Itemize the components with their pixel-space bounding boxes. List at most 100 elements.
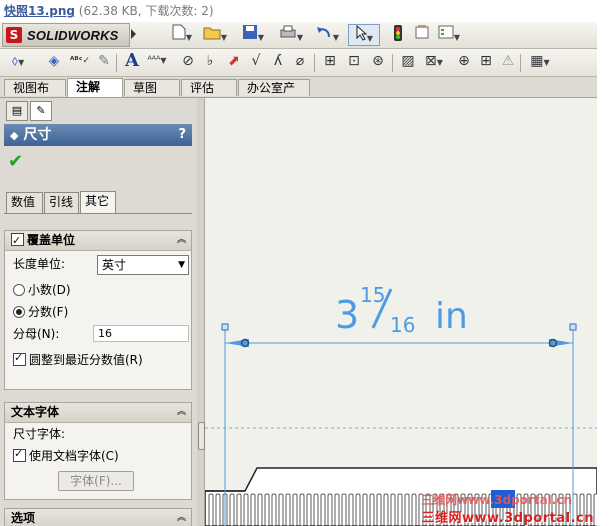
weld-symbol-icon: ʎ [273, 53, 283, 69]
menu-bar: S SOLIDWORKS ▼ ▼ ▼ ▼ ▼ ▼ ▼ [0, 22, 597, 49]
part-tooth [362, 493, 368, 526]
override-units-group: 覆盖单位 ︽ 长度单位: 英寸 ▼ 小数(D) 分数(F) 分母(N): 16 [4, 230, 192, 390]
fraction-radio-row[interactable]: 分数(F) [13, 303, 68, 320]
centerline-icon: ⊞ [480, 53, 492, 69]
collapse-chevron-icon[interactable]: ︽ [177, 509, 186, 526]
tab-leaders[interactable]: 引线 [44, 192, 79, 213]
new-document-button[interactable]: ▼ [168, 24, 196, 46]
feature-manager-tab[interactable]: ▤ [6, 101, 28, 121]
magnetic-line-button[interactable]: ⬈ [222, 51, 246, 73]
part-tooth [313, 493, 319, 526]
property-manager-tab[interactable]: ✎ [30, 101, 52, 121]
tab-evaluate[interactable]: 评估 [181, 79, 237, 96]
ok-checkmark-icon[interactable]: ✔ [8, 151, 23, 172]
watermark: 三维网www.3dportal.cn [421, 511, 594, 526]
hole-callout-button[interactable]: ⌀ [288, 51, 312, 73]
weld-symbol-button[interactable]: ʎ [266, 51, 290, 73]
attachment-meta: (62.38 KB, 下载次数: 2) [74, 4, 214, 18]
note-button[interactable]: A [120, 51, 144, 73]
collapse-chevron-icon[interactable]: ︽ [177, 231, 186, 250]
model-items-button[interactable]: ◈ [42, 51, 66, 73]
length-unit-select[interactable]: 英寸 ▼ [97, 255, 189, 275]
select-button[interactable]: ▼ [348, 24, 380, 46]
tables-button[interactable]: ▦▼ [524, 51, 556, 73]
left-drag-handle[interactable] [221, 323, 229, 331]
spell-check-icon: ᴬᴮᶜ✓ [70, 56, 90, 66]
revision-symbol-button[interactable]: ⚠ [496, 51, 520, 73]
drawing-svg: 3 15 16 in [205, 283, 597, 526]
menu-expand-arrow-icon[interactable] [131, 29, 136, 39]
pane-splitter[interactable] [197, 98, 205, 526]
use-doc-font-checkbox[interactable] [13, 447, 26, 462]
denominator-input[interactable]: 16 [93, 325, 189, 342]
part-tooth [341, 493, 347, 526]
block-button[interactable]: ⊠▼ [418, 51, 450, 73]
toolbar-separator [314, 54, 315, 72]
font-button[interactable]: 字体(F)... [58, 471, 134, 491]
options-button[interactable]: ▼ [434, 24, 464, 46]
drawing-canvas[interactable]: 3 15 16 in [205, 98, 597, 526]
surface-finish-button[interactable]: √ [244, 51, 268, 73]
round-fraction-checkbox[interactable] [13, 351, 26, 366]
tab-view-layout[interactable]: 视图布局 [4, 79, 66, 112]
part-tooth [355, 493, 361, 526]
override-units-header[interactable]: 覆盖单位 ︽ [5, 231, 191, 251]
tab-annotation[interactable]: 注解 [67, 78, 123, 97]
tab-sketch[interactable]: 草图 [124, 79, 180, 96]
area-hatch-button[interactable]: ▨ [396, 51, 420, 73]
datum-target-button[interactable]: ⊛ [366, 51, 390, 73]
round-fraction-row[interactable]: 圆整到最近分数值(R) [13, 351, 143, 368]
center-mark-button[interactable]: ⊕ [452, 51, 476, 73]
note-icon: A [125, 50, 139, 71]
part-tooth [306, 493, 312, 526]
solidworks-logo[interactable]: S SOLIDWORKS [2, 23, 130, 47]
geometric-tolerance-button[interactable]: ⊞ [318, 51, 342, 73]
collapse-chevron-icon[interactable]: ︽ [177, 403, 186, 422]
auto-balloon-button[interactable]: ♭ [198, 51, 222, 73]
help-button[interactable]: ? [178, 124, 186, 146]
part-tooth [271, 493, 277, 526]
spell-checker-button[interactable]: ᴬᴮᶜ✓ [68, 51, 92, 73]
part-tooth [243, 493, 249, 526]
decimal-radio-row[interactable]: 小数(D) [13, 281, 71, 298]
tab-value[interactable]: 数值 [6, 192, 43, 213]
fraction-radio[interactable] [13, 306, 25, 318]
options-title: 选项 [11, 511, 36, 525]
balloon-button[interactable]: ⊘ [176, 51, 200, 73]
right-drag-handle[interactable] [569, 323, 577, 331]
open-button[interactable]: ▼ [200, 24, 230, 46]
save-button[interactable]: ▼ [238, 24, 268, 46]
text-font-header[interactable]: 文本字体 ︽ [5, 403, 191, 423]
use-doc-font-row[interactable]: 使用文档字体(C) [13, 447, 119, 464]
format-painter-button[interactable]: ✎ [92, 51, 116, 73]
datum-feature-icon: ⊡ [348, 53, 360, 69]
options-header[interactable]: 选项 ︽ [5, 509, 191, 526]
attachment-filename[interactable]: 快照13.png [4, 4, 75, 18]
dimension-text[interactable]: 3 15 16 in [335, 283, 468, 337]
linear-note-pattern-button[interactable]: ᴬᴬᴬ▼ [142, 51, 172, 73]
datum-feature-button[interactable]: ⊡ [342, 51, 366, 73]
part-tooth [299, 493, 305, 526]
smart-dimension-button[interactable]: ⬨▼ [2, 51, 34, 73]
decimal-label: 小数(D) [28, 283, 71, 297]
splitter-grip-icon[interactable] [198, 422, 205, 450]
tab-office-products[interactable]: 办公室产品 [238, 79, 310, 112]
file-properties-button[interactable] [410, 24, 434, 46]
override-units-checkbox[interactable] [11, 231, 24, 250]
solidworks-logo-text: SOLIDWORKS [27, 28, 119, 43]
decimal-radio[interactable] [13, 284, 25, 296]
part-tooth [292, 493, 298, 526]
tab-other[interactable]: 其它 [80, 191, 116, 213]
dimension-denominator: 16 [390, 313, 415, 337]
property-manager-pane: ▤ ✎ ◆ 尺寸 ? ✔ 数值 引线 其它 覆盖单位 ︽ 长度单位: 英寸 ▼ [0, 98, 198, 526]
undo-button[interactable]: ▼ [312, 24, 342, 46]
denominator-row: 分母(N): 16 [13, 325, 191, 345]
dimension-unit: in [435, 296, 468, 337]
rebuild-button[interactable] [386, 24, 410, 46]
print-button[interactable]: ▼ [276, 24, 306, 46]
options-group: 选项 ︽ [4, 508, 192, 526]
print-icon [280, 25, 296, 38]
text-font-title: 文本字体 [11, 405, 60, 419]
centerline-button[interactable]: ⊞ [474, 51, 498, 73]
undo-icon [316, 27, 330, 38]
